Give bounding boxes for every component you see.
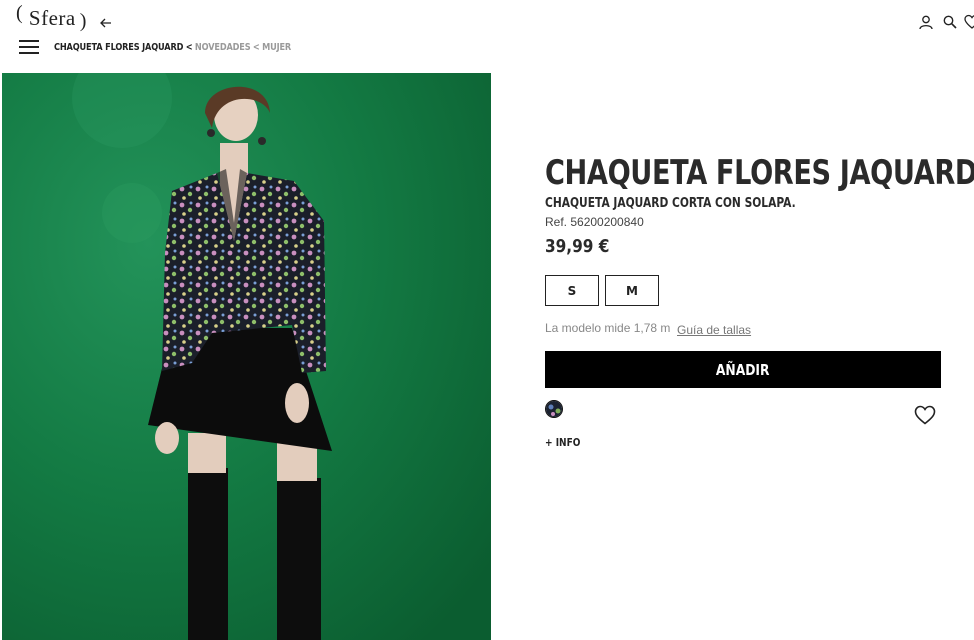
- user-icon[interactable]: [918, 14, 934, 30]
- color-swatch[interactable]: [545, 400, 563, 418]
- more-info-link[interactable]: + INFO: [545, 436, 580, 449]
- wishlist-heart-icon[interactable]: [914, 405, 936, 425]
- breadcrumb: CHAQUETA FLORES JAQUARD < NOVEDADES < MUJER: [54, 42, 291, 53]
- size-option-m[interactable]: M: [605, 275, 659, 306]
- product-title: CHAQUETA FLORES JAQUARD: [545, 153, 974, 193]
- model-photo-illustration: [2, 73, 491, 640]
- size-option-s[interactable]: S: [545, 275, 599, 306]
- heart-icon[interactable]: [964, 14, 974, 30]
- breadcrumb-link-mujer[interactable]: MUJER: [262, 42, 291, 53]
- site-header: ( Sfera) CHAQUETA FLORES JAQUARD < NOVEDAD…: [0, 0, 974, 72]
- breadcrumb-link-novedades[interactable]: NOVEDADES: [195, 42, 251, 53]
- floral-swatch-pattern: [546, 401, 562, 417]
- product-info-panel: CHAQUETA FLORES JAQUARD CHAQUETA JAQUARD…: [545, 150, 974, 449]
- sfera-logo[interactable]: ( Sfera): [16, 2, 87, 32]
- breadcrumb-current: CHAQUETA FLORES JAQUARD: [54, 42, 184, 53]
- product-subtitle: CHAQUETA JAQUARD CORTA CON SOLAPA.: [545, 196, 796, 211]
- product-reference: Ref. 56200200840: [545, 215, 644, 229]
- hamburger-menu-icon[interactable]: [19, 40, 39, 54]
- arrow-left-icon[interactable]: [98, 15, 114, 31]
- product-price: 39,99 €: [545, 236, 610, 257]
- product-image[interactable]: [2, 73, 491, 640]
- size-guide-link[interactable]: Guía de tallas: [677, 323, 751, 337]
- breadcrumb-separator: <: [185, 42, 193, 53]
- add-to-cart-button[interactable]: AÑADIR: [545, 351, 941, 388]
- breadcrumb-separator: <: [252, 42, 260, 53]
- header-actions: [904, 14, 974, 32]
- search-icon[interactable]: [942, 14, 958, 30]
- add-to-cart-label: AÑADIR: [716, 360, 770, 379]
- size-selector: S M: [545, 275, 665, 306]
- model-height-note: La modelo mide 1,78 m: [545, 321, 671, 335]
